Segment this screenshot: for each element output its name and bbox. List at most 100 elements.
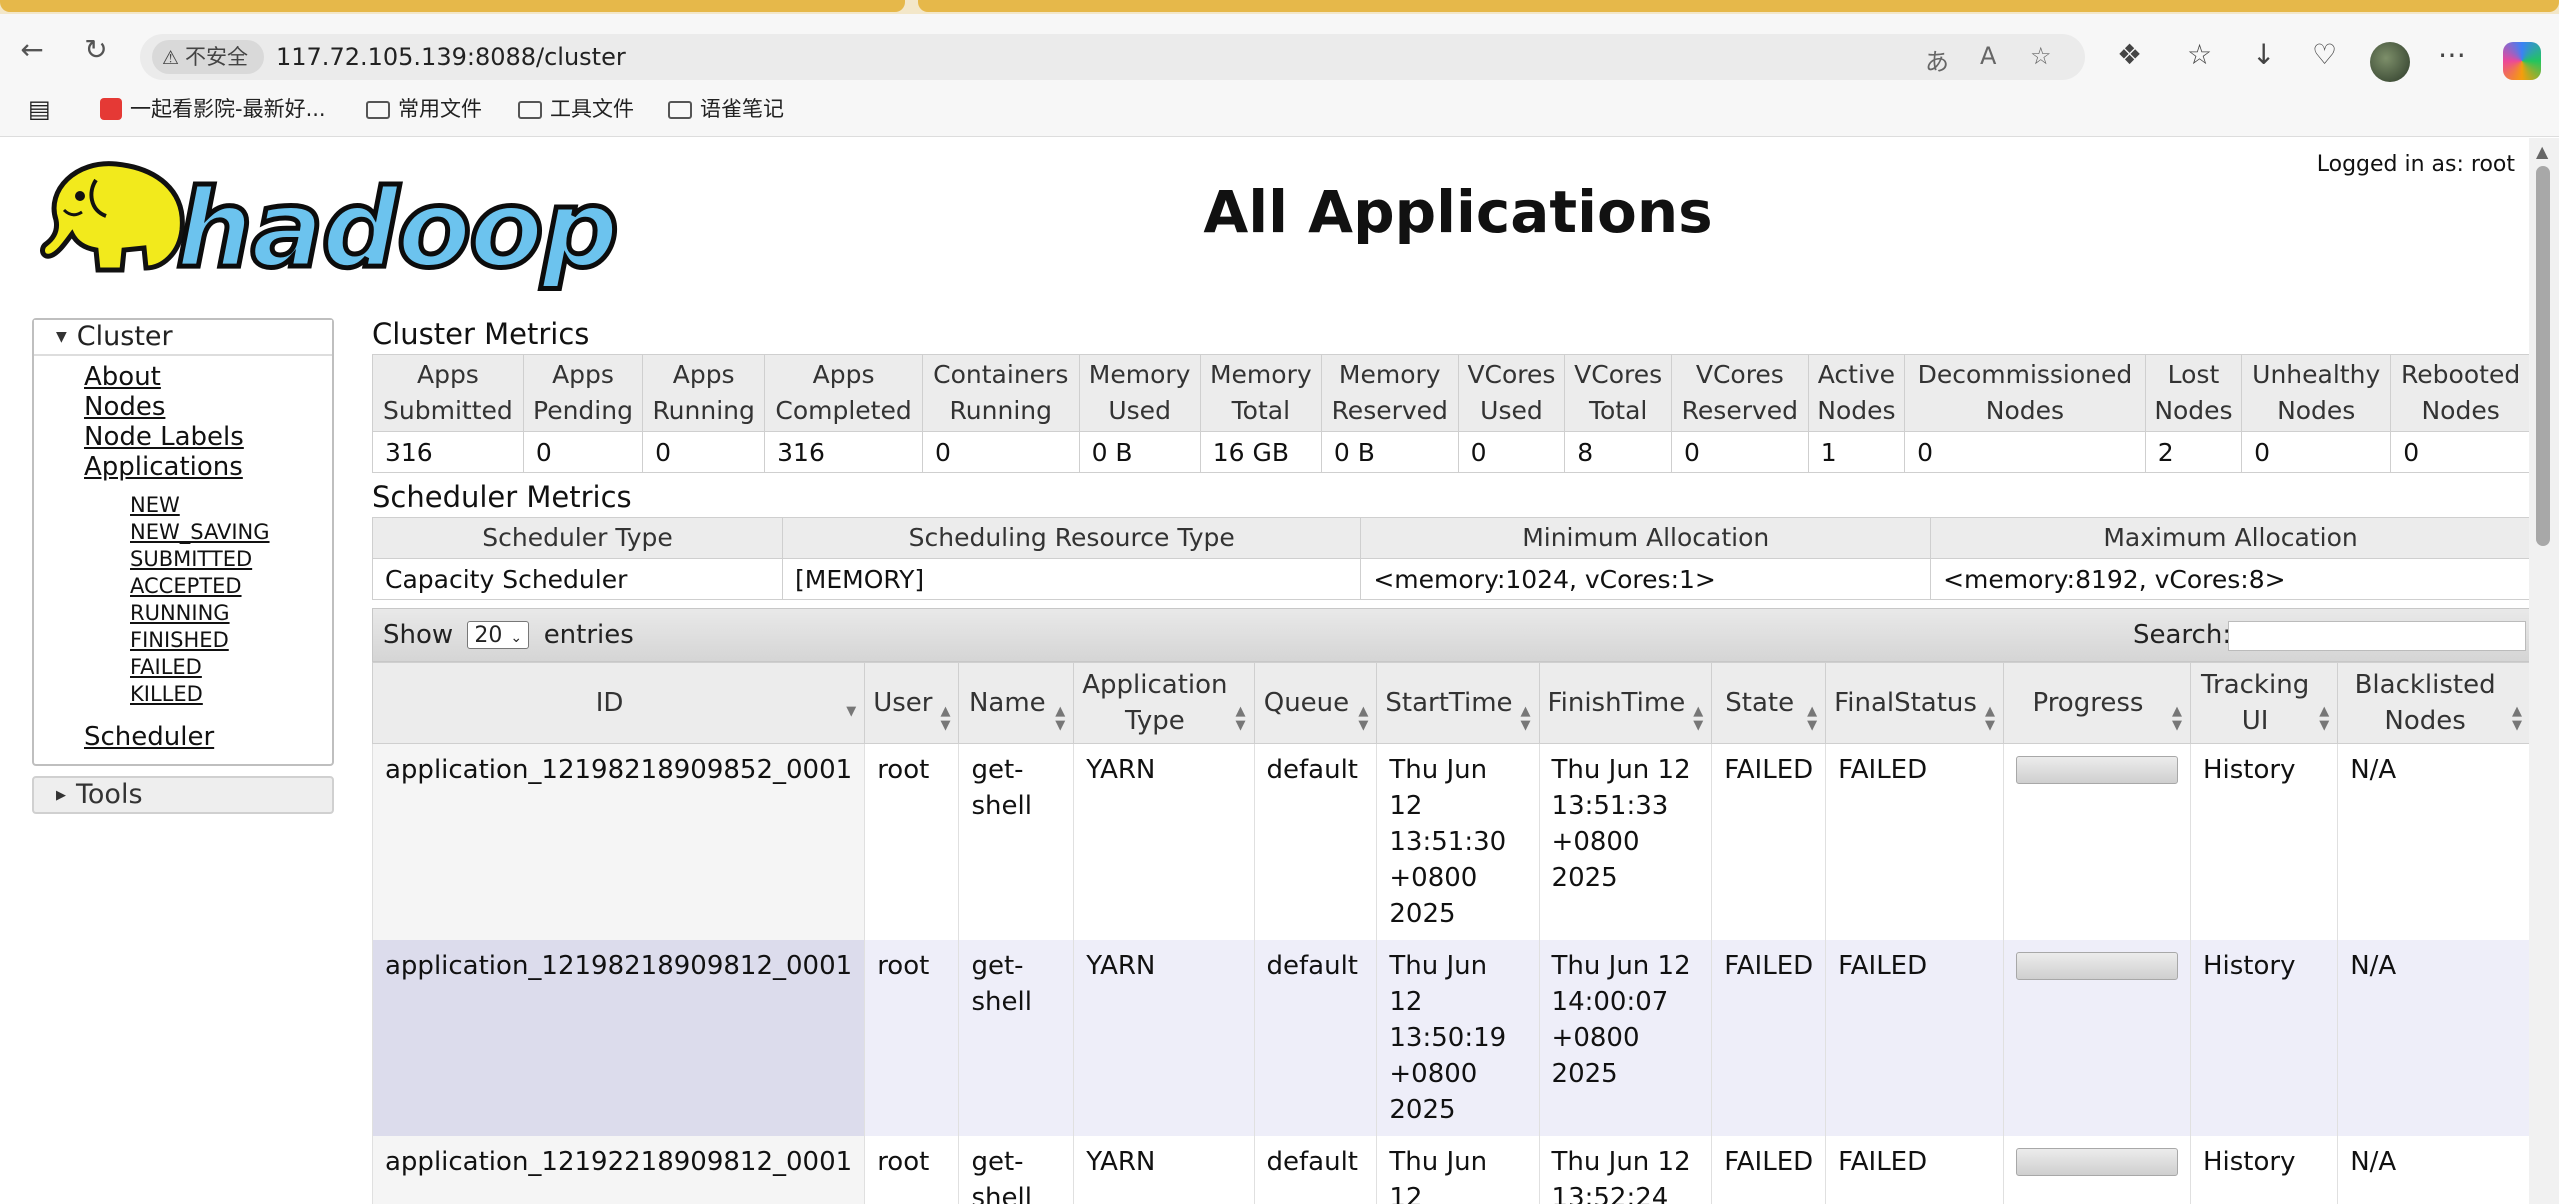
column-header-sortable[interactable]: Tracking UI ▲ ▼ [2189,662,2339,744]
time-line: 12 [1389,1183,1423,1204]
bookmark-item[interactable]: 一起看影院-最新好... [100,86,326,132]
page-scrollbar[interactable]: ▲ [2529,138,2559,1204]
triangle-down-icon: ▼ [56,329,67,345]
history-link[interactable]: History [2203,951,2296,981]
search-input[interactable] [2228,621,2526,651]
nav-nodes[interactable]: Nodes [84,392,332,422]
app-name: get-shell [958,743,1075,940]
column-header-sortable[interactable]: User ▲ ▼ [864,662,960,744]
extensions-icon[interactable]: ❖ [2117,38,2142,71]
profile-avatar[interactable] [2370,42,2410,82]
folder-icon [518,101,542,119]
header-text: VCores [1695,360,1784,389]
favorite-star-icon[interactable]: ☆ [2030,42,2052,70]
nav-about[interactable]: About [84,362,332,392]
column-header-sortable[interactable]: Blacklisted Nodes ▲ ▼ [2337,662,2529,744]
header-text: Type [1125,706,1185,736]
cluster-section-header[interactable]: ▼ Cluster [34,320,332,356]
reading-list-icon[interactable]: ▤ [28,86,51,132]
nav-app-state-failed[interactable]: FAILED [130,654,332,681]
hadoop-logo[interactable]: hadoop [36,150,621,292]
refresh-icon[interactable]: ↻ [80,34,112,66]
bookmark-folder[interactable]: 常用文件 [366,86,482,132]
nav-app-state-submitted[interactable]: SUBMITTED [130,546,332,573]
tools-section-header[interactable]: ▶ Tools [32,776,334,814]
url-text[interactable]: 117.72.105.139:8088/cluster [276,34,626,80]
nav-applications[interactable]: Applications [84,452,332,482]
metric-value: 316 [385,437,433,467]
app-finish-time: Thu Jun 12 14:00:07 +0800 2025 [1538,940,1713,1136]
column-header-sortable[interactable]: Name ▲ ▼ [958,662,1075,744]
folder-icon [668,101,692,119]
address-bar[interactable]: ⚠ 不安全 117.72.105.139:8088/cluster あ A ☆ [140,34,2085,80]
history-link[interactable]: History [2203,1147,2296,1177]
sort-both-icon: ▲ ▼ [2319,704,2330,733]
sort-both-icon: ▲ ▼ [2171,704,2182,733]
copilot-icon[interactable] [2503,42,2541,80]
read-aloud-icon[interactable]: A [1980,42,1996,70]
browser-tab[interactable] [918,0,2559,12]
nav-app-state-accepted[interactable]: ACCEPTED [130,573,332,600]
column-header-sortable[interactable]: Progress ▲ ▼ [2002,662,2191,744]
browser-tab-active[interactable] [0,0,905,12]
cluster-metric-header: Memory Used [1078,354,1201,432]
nav-app-state-killed[interactable]: KILLED [130,681,332,708]
app-finish-time: Thu Jun 12 13:52:24 [1538,1136,1713,1204]
more-menu-icon[interactable]: ⋯ [2438,38,2466,71]
metric-value: 16 GB [1212,437,1290,467]
folder-icon [366,101,390,119]
favorites-icon[interactable]: ☆ [2187,38,2212,71]
column-header-sortable[interactable]: StartTime ▲ ▼ [1376,662,1540,744]
column-header-sortable[interactable]: FinishTime ▲ ▼ [1538,662,1713,744]
translate-icon[interactable]: あ [1925,42,1949,77]
nav-app-state-running[interactable]: RUNNING [130,600,332,627]
cluster-metric-value: 1 [1807,431,1906,473]
column-header-sortable[interactable]: Application Type ▲ ▼ [1073,662,1255,744]
security-indicator[interactable]: ⚠ 不安全 [152,40,265,74]
main-content: Cluster Metrics Apps Submitted Apps Pending… [371,314,2529,1204]
nav-scheduler[interactable]: Scheduler [84,722,332,752]
progress-bar [2015,1148,2178,1176]
nav-node-labels[interactable]: Node Labels [84,422,332,452]
nav-app-state-finished[interactable]: FINISHED [130,627,332,654]
browser-essentials-icon[interactable]: ♡ [2312,38,2337,71]
application-id-link[interactable]: application_12192218909812_0001 [385,1147,852,1177]
column-header-sortable[interactable]: FinalStatus ▲ ▼ [1825,662,2004,744]
column-header-sortable[interactable]: ID ▼ [371,662,866,744]
progress-bar [2015,756,2178,784]
scroll-up-arrow-icon[interactable]: ▲ [2536,142,2548,161]
column-header-sortable[interactable]: State ▲ ▼ [1711,662,1827,744]
header-text: Submitted [383,396,513,425]
time-line: +0800 [1389,863,1478,893]
cluster-menu: ▼ Cluster About Nodes Node Labels Applica… [32,318,334,766]
cluster-metric-value: 8 [1564,431,1673,473]
application-id-link[interactable]: application_12198218909812_0001 [385,951,852,981]
history-link[interactable]: History [2203,755,2296,785]
show-label: Show [383,620,454,650]
download-icon[interactable]: ↓ [2252,38,2275,71]
metric-value: 316 [777,437,825,467]
bookmark-folder[interactable]: 语雀笔记 [668,86,784,132]
node-count-link[interactable]: 2 [2158,438,2174,467]
back-arrow-icon[interactable]: ← [16,34,48,66]
bookmark-folder[interactable]: 工具文件 [518,86,634,132]
header-text: StartTime [1385,688,1513,718]
node-count-link[interactable]: 0 [2254,438,2270,467]
scrollbar-thumb[interactable] [2536,166,2550,546]
header-text: Completed [775,396,912,425]
chevron-down-icon: ⌄ [510,630,523,646]
node-count-link[interactable]: 1 [1821,438,1837,467]
header-text: Progress [2032,688,2144,718]
sort-both-icon: ▲ ▼ [1520,704,1531,733]
application-id-link[interactable]: application_12198218909852_0001 [385,755,852,785]
logo-wordmark: hadoop [174,167,622,292]
node-count-link[interactable]: 0 [1917,438,1933,467]
cluster-metric-value: 2 [2144,431,2243,473]
header-text: Rebooted [2401,360,2521,389]
nav-app-state-new-saving[interactable]: NEW_SAVING [130,519,332,546]
cluster-metric-header: Memory Total [1199,354,1322,432]
node-count-link[interactable]: 0 [2403,438,2419,467]
nav-app-state-new[interactable]: NEW [130,492,332,519]
page-length-select[interactable]: 20 ⌄ [467,621,530,649]
column-header-sortable[interactable]: Queue ▲ ▼ [1253,662,1378,744]
